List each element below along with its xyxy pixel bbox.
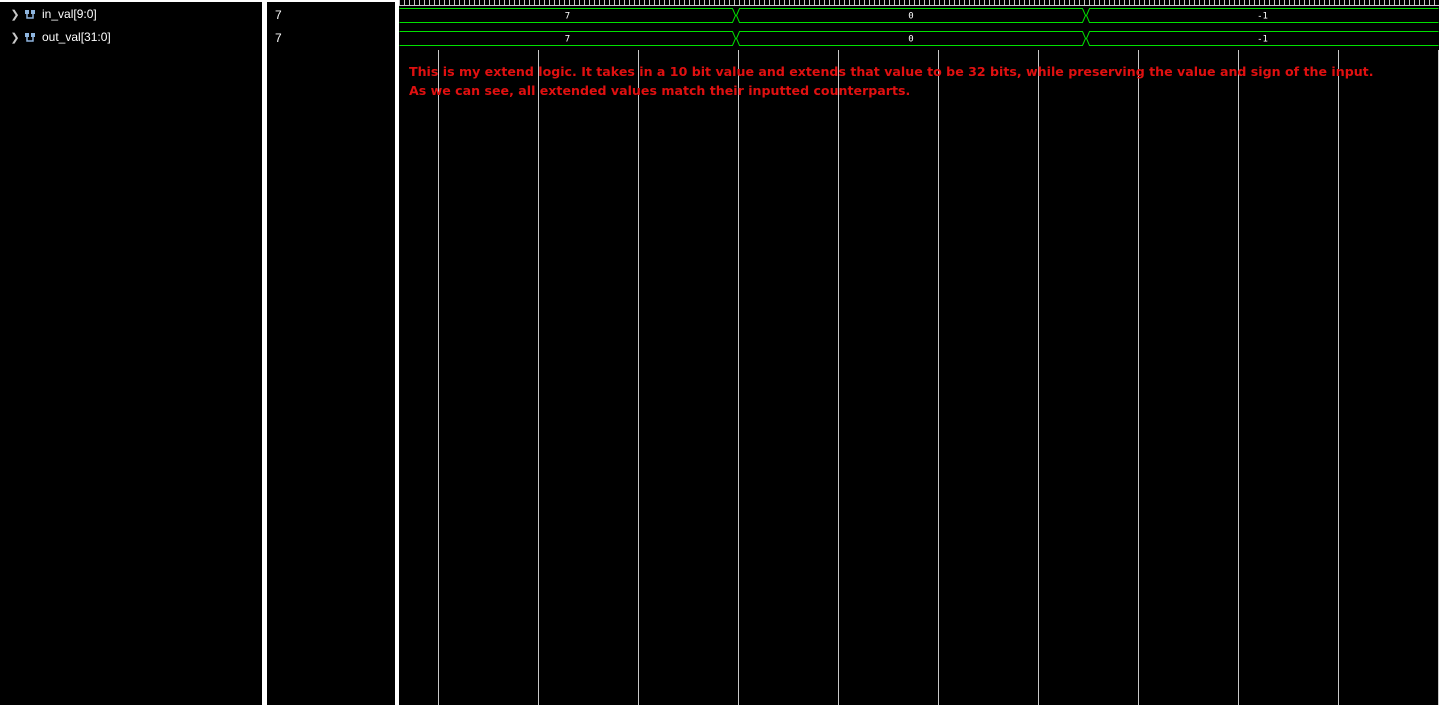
signal-name-label: out_val[31:0] xyxy=(42,30,111,44)
signal-row-out-val[interactable]: ❯ out_val[31:0] xyxy=(0,26,111,48)
signal-value-out-val: 7 xyxy=(275,31,282,45)
signal-value-in-val: 7 xyxy=(275,8,282,22)
bus-signal-icon xyxy=(25,10,35,19)
waveform-viewer: ❯ in_val[9:0] ❯ out_val[31:0] 7 7 7 0 -1 7 0… xyxy=(0,0,1439,705)
waveform-canvas[interactable]: 7 0 -1 7 0 -1 xyxy=(399,0,1439,705)
bus-signal-icon xyxy=(25,33,35,42)
signal-name-label: in_val[9:0] xyxy=(42,7,97,21)
waveform-value-label: -1 xyxy=(1257,12,1268,22)
signal-name-pane: ❯ in_val[9:0] ❯ out_val[31:0] xyxy=(0,2,262,705)
chevron-right-icon[interactable]: ❯ xyxy=(8,31,22,44)
waveform-pane[interactable]: 7 0 -1 7 0 -1 This is my extend logic. It tak… xyxy=(399,0,1439,705)
waveform-value-label: 0 xyxy=(908,12,913,22)
waveform-value-label: 7 xyxy=(565,35,570,45)
waveform-value-label: 0 xyxy=(908,35,913,45)
annotation-line-1: This is my extend logic. It takes in a 1… xyxy=(409,64,1374,79)
signal-value-pane: 7 7 xyxy=(267,2,395,705)
chevron-right-icon[interactable]: ❯ xyxy=(8,8,22,21)
signal-row-in-val[interactable]: ❯ in_val[9:0] xyxy=(0,3,97,25)
annotation-line-2: As we can see, all extended values match… xyxy=(409,83,911,98)
waveform-value-label: -1 xyxy=(1257,35,1268,45)
annotation-text: This is my extend logic. It takes in a 1… xyxy=(409,62,1419,100)
waveform-value-label: 7 xyxy=(565,12,570,22)
